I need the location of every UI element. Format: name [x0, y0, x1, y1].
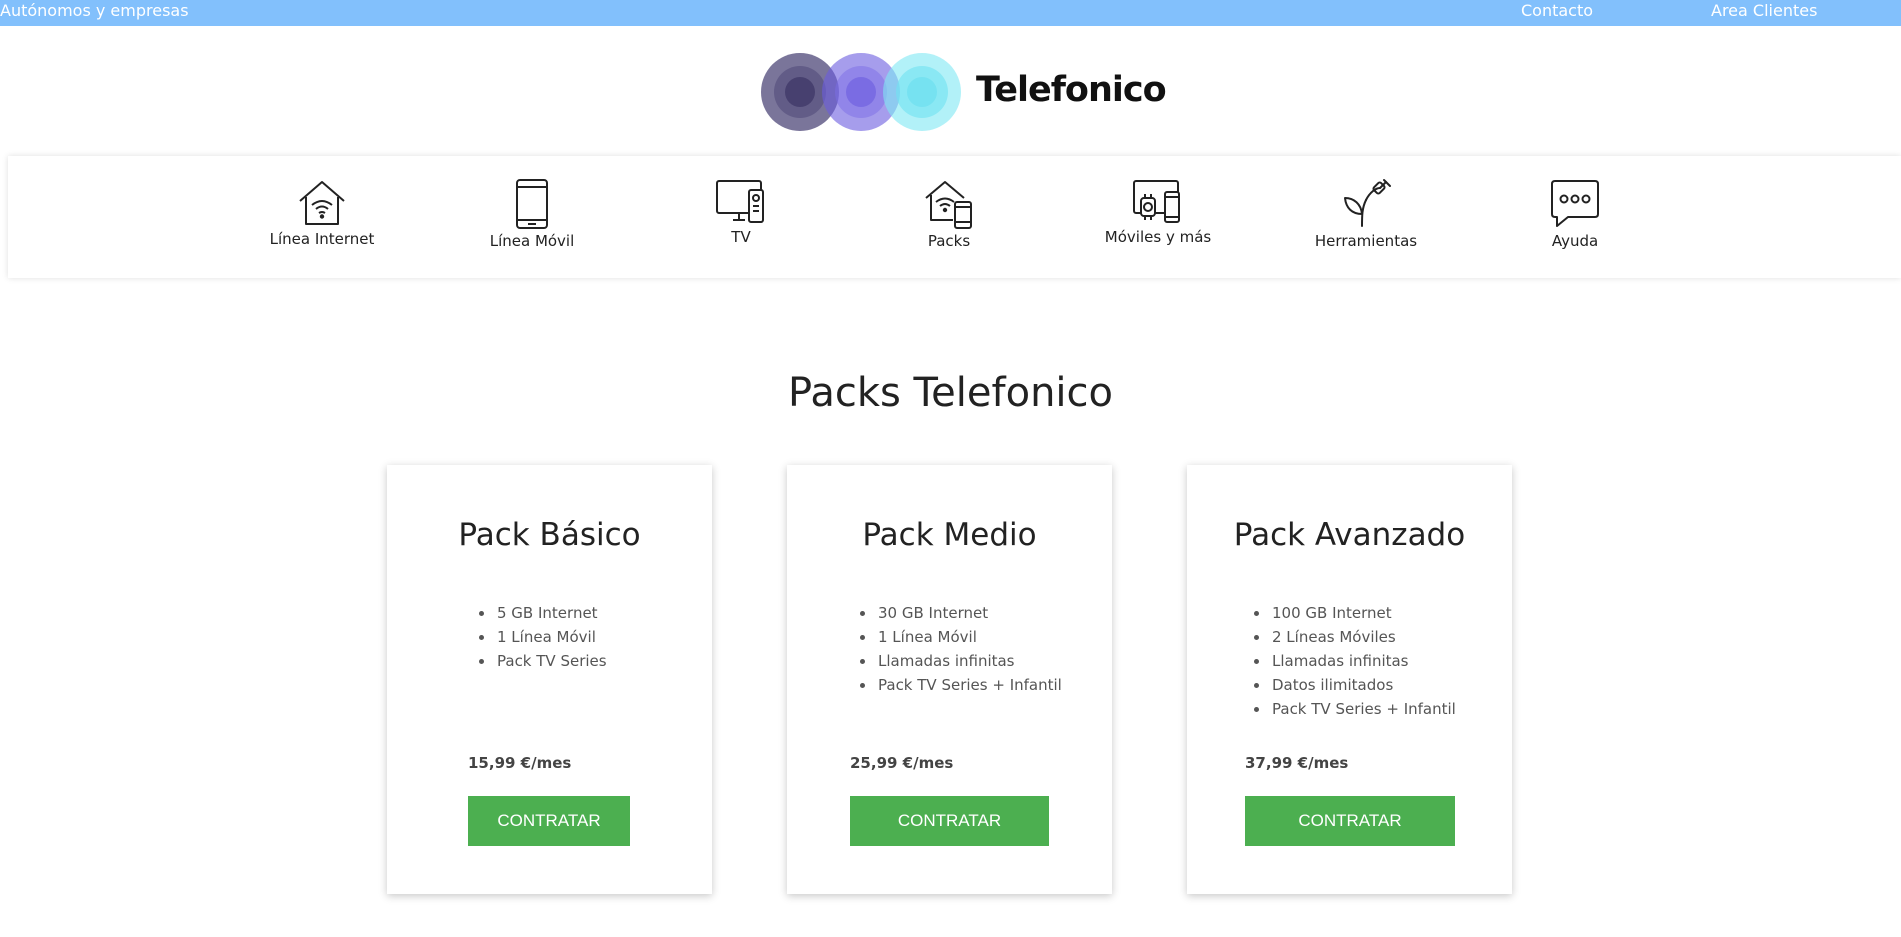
plant-plug-icon	[1344, 179, 1391, 227]
main-nav: Línea Internet Línea Móvil TV Packs Móvi…	[8, 156, 1901, 278]
nav-label: TV	[731, 228, 751, 246]
feature-list: 5 GB Internet 1 Línea Móvil Pack TV Seri…	[479, 601, 607, 673]
house-wifi-icon	[299, 181, 345, 225]
nav-item-packs[interactable]: Packs	[859, 178, 1039, 250]
contact-link[interactable]: Contacto	[1521, 1, 1593, 21]
site-logo[interactable]: Telefonico	[758, 50, 1167, 134]
area-clientes-link[interactable]: Area Clientes	[1711, 1, 1817, 21]
contratar-button[interactable]: CONTRATAR	[850, 796, 1049, 846]
chat-bubble-icon	[1551, 180, 1599, 227]
top-bar: Autónomos y empresas Contacto Area Clien…	[0, 0, 1901, 26]
nav-label: Ayuda	[1551, 232, 1599, 250]
card-title: Pack Medio	[862, 517, 1037, 553]
list-item: 100 GB Internet	[1254, 601, 1456, 625]
list-item: 2 Líneas Móviles	[1254, 625, 1456, 649]
logo-circles-icon	[761, 53, 961, 131]
pack-card-basico: Pack Básico 5 GB Internet 1 Línea Móvil …	[387, 465, 712, 894]
card-price: 37,99 €/mes	[1245, 754, 1349, 772]
tv-remote-icon	[716, 180, 764, 223]
list-item: 5 GB Internet	[479, 601, 607, 625]
smartphone-icon	[516, 179, 548, 229]
house-phone-icon	[925, 181, 972, 229]
pack-card-avanzado: Pack Avanzado 100 GB Internet 2 Líneas M…	[1187, 465, 1512, 894]
card-price: 25,99 €/mes	[850, 754, 954, 772]
list-item: 1 Línea Móvil	[860, 625, 1062, 649]
nav-label: Herramientas	[1314, 232, 1418, 250]
nav-label: Línea Internet	[269, 230, 375, 248]
nav-item-ayuda[interactable]: Ayuda	[1485, 178, 1665, 250]
list-item: 30 GB Internet	[860, 601, 1062, 625]
nav-label: Packs	[927, 232, 971, 250]
list-item: Pack TV Series + Infantil	[1254, 697, 1456, 721]
nav-item-tv[interactable]: TV	[651, 178, 831, 246]
pack-card-medio: Pack Medio 30 GB Internet 1 Línea Móvil …	[787, 465, 1112, 894]
page-title: Packs Telefonico	[788, 370, 1113, 416]
contratar-button[interactable]: CONTRATAR	[468, 796, 630, 846]
nav-item-herramientas[interactable]: Herramientas	[1276, 178, 1456, 250]
card-title: Pack Avanzado	[1233, 517, 1466, 553]
contratar-button[interactable]: CONTRATAR	[1245, 796, 1455, 846]
list-item: Pack TV Series	[479, 649, 607, 673]
nav-item-linea-internet[interactable]: Línea Internet	[232, 178, 412, 248]
list-item: Datos ilimitados	[1254, 673, 1456, 697]
list-item: Llamadas infinitas	[1254, 649, 1456, 673]
list-item: Llamadas infinitas	[860, 649, 1062, 673]
feature-list: 30 GB Internet 1 Línea Móvil Llamadas in…	[860, 601, 1062, 697]
nav-item-moviles-y-mas[interactable]: Móviles y más	[1068, 178, 1248, 246]
brand-name: Telefonico	[976, 70, 1167, 110]
nav-item-linea-movil[interactable]: Línea Móvil	[442, 178, 622, 250]
devices-icon	[1133, 180, 1180, 223]
autonomos-link[interactable]: Autónomos y empresas	[0, 1, 189, 21]
list-item: Pack TV Series + Infantil	[860, 673, 1062, 697]
list-item: 1 Línea Móvil	[479, 625, 607, 649]
nav-label: Móviles y más	[1104, 228, 1212, 246]
feature-list: 100 GB Internet 2 Líneas Móviles Llamada…	[1254, 601, 1456, 721]
card-price: 15,99 €/mes	[468, 754, 572, 772]
card-title: Pack Básico	[458, 517, 641, 553]
nav-label: Línea Móvil	[489, 232, 575, 250]
